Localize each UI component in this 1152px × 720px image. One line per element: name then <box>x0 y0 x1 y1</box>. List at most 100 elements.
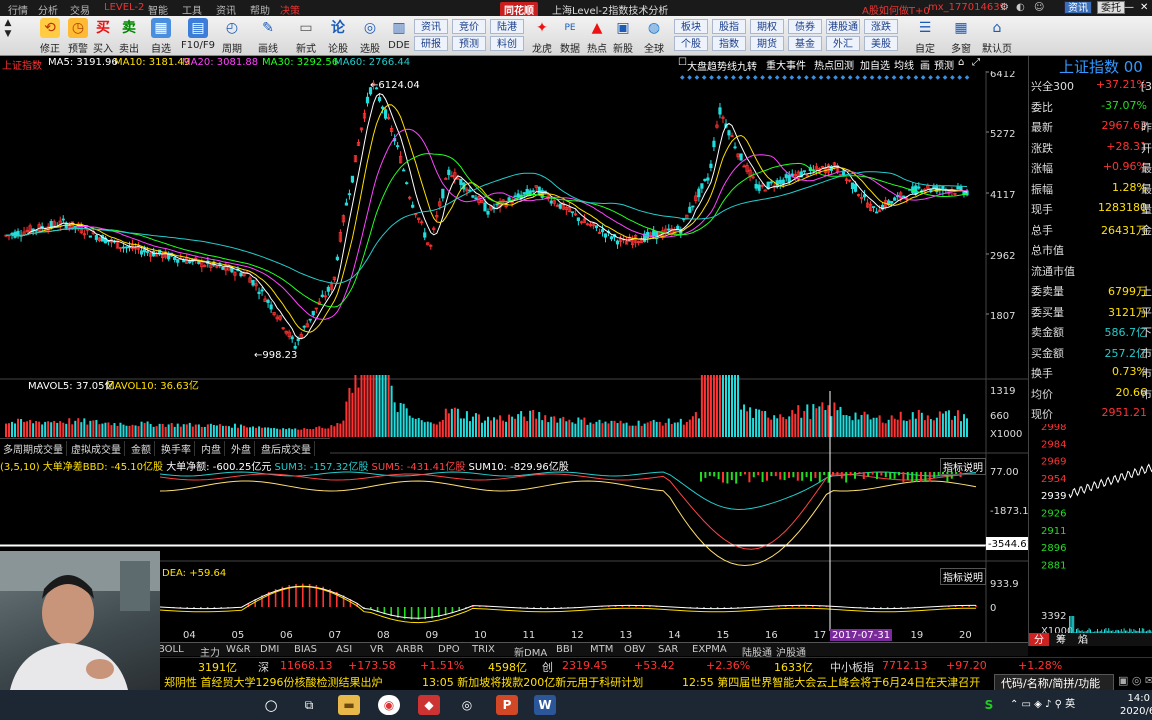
tab-outer[interactable]: 外盘 <box>228 441 255 456</box>
tab-multi-volume[interactable]: 多周期成交量 <box>0 441 67 456</box>
mini-tab[interactable]: 焰 <box>1078 633 1088 646</box>
indicator-tab[interactable]: BBI <box>556 644 573 655</box>
tab-turnover[interactable]: 换手率 <box>158 441 195 456</box>
app-icon[interactable]: ◆ <box>418 695 440 715</box>
buy-button[interactable]: 买买入 <box>92 18 114 55</box>
discuss-button[interactable]: 论论股 <box>324 18 352 55</box>
skin-icon[interactable]: ◐ <box>1016 2 1025 13</box>
menu-item[interactable]: 工具 <box>182 2 202 17</box>
indicator-tab[interactable]: OBV <box>624 644 645 655</box>
grid-gainers[interactable]: 涨跌 <box>864 19 898 34</box>
grid-material[interactable]: 料创 <box>490 36 524 51</box>
news-item[interactable]: 13:05 新加坡将拨款200亿新元用于科研计划 <box>422 674 643 690</box>
tab-inner[interactable]: 内盘 <box>198 441 225 456</box>
tab-amount[interactable]: 金额 <box>128 441 155 456</box>
indicator-tab[interactable]: BOLL <box>158 644 184 655</box>
toolbar-arrows[interactable]: ▲ ▼ <box>1 18 15 40</box>
trend-checkbox[interactable]: ☐ 大盘趋势线九转 <box>678 57 757 73</box>
global-button[interactable]: ◍ 全球 <box>640 18 668 55</box>
start-icon[interactable]: ○ <box>260 695 282 715</box>
indicator-tab[interactable]: SAR <box>658 644 678 655</box>
tab-after-hours[interactable]: 盘后成交量 <box>258 441 315 456</box>
indicator-tab[interactable]: BIAS <box>294 644 317 655</box>
grid-stocks[interactable]: 个股 <box>674 36 708 51</box>
grid-hk-connect[interactable]: 陆港 <box>490 19 524 34</box>
minimize-icon[interactable]: — <box>1124 2 1134 13</box>
grid-funds[interactable]: 基金 <box>788 36 822 51</box>
indicator-tab[interactable]: DMI <box>260 644 279 655</box>
grid-index-futures[interactable]: 股指 <box>712 19 746 34</box>
indicator-tab[interactable]: VR <box>370 644 384 655</box>
grid-bonds[interactable]: 债券 <box>788 19 822 34</box>
grid-options[interactable]: 期权 <box>750 19 784 34</box>
custom-button[interactable]: ☰ 自定 <box>908 18 942 55</box>
tab-virtual-volume[interactable]: 虚拟成交量 <box>68 441 125 456</box>
indicator-tab[interactable]: EXPMA <box>692 644 727 655</box>
menu-item[interactable]: 决策 <box>280 2 300 17</box>
grid-us-stocks[interactable]: 美股 <box>864 36 898 51</box>
draw-button[interactable]: ✎ 画线 <box>254 18 282 55</box>
lock-icon[interactable]: ⌂ <box>958 57 964 68</box>
alert-button[interactable]: ◷ 预警 <box>64 18 92 55</box>
draw-tab[interactable]: 画 <box>920 57 930 72</box>
user-icon[interactable]: ☺ <box>1034 2 1044 13</box>
new-style-button[interactable]: ▭ 新式 <box>292 18 320 55</box>
indicator-tab[interactable]: ARBR <box>396 644 424 655</box>
grid-futures[interactable]: 期货 <box>750 36 784 51</box>
news-button[interactable]: 资讯 <box>1064 1 1092 14</box>
indicator-tab[interactable]: MTM <box>590 644 613 655</box>
mini-tab[interactable]: 分 <box>1034 634 1044 646</box>
grid-news[interactable]: 资讯 <box>414 19 448 34</box>
multi-window-button[interactable]: ▦ 多窗 <box>944 18 978 55</box>
fix-button[interactable]: ⟲ 修正 <box>36 18 64 55</box>
menu-item[interactable]: 行情 <box>8 2 28 17</box>
grid-hk-stocks[interactable]: 港股通 <box>826 19 860 34</box>
intraday-mini-chart[interactable]: 2998 2984 2969 2954 2939 2926 2911 2896 2881 3392… <box>1029 424 1152 646</box>
watchlist-button[interactable]: ▦ 自选 <box>146 18 176 55</box>
dragon-tiger-button[interactable]: ✦ 龙虎 <box>528 18 556 55</box>
tray-icons[interactable]: ⌃ ▭ ◈ ♪ ⚲ 英 <box>1010 695 1120 715</box>
mini-tab[interactable]: 筹 <box>1056 633 1066 646</box>
indicator-tab[interactable]: TRIX <box>472 644 495 655</box>
menu-item[interactable]: 分析 <box>38 2 58 17</box>
events-tab[interactable]: 重大事件 <box>766 57 806 72</box>
menu-item[interactable]: LEVEL-2 <box>104 2 144 13</box>
menu-item[interactable]: 资讯 <box>216 2 236 17</box>
grid-indices[interactable]: 指数 <box>712 36 746 51</box>
ma-tab[interactable]: 均线 <box>894 57 914 72</box>
hotspot-button[interactable]: ▲ 热点 <box>584 18 610 55</box>
menu-item[interactable]: 智能 <box>148 2 168 17</box>
chrome-icon[interactable]: ◉ <box>378 695 400 715</box>
expand-icon[interactable]: ⤢ <box>972 57 980 68</box>
grid-research[interactable]: 研报 <box>414 36 448 51</box>
hotspot-tab[interactable]: 热点回测 <box>814 57 854 72</box>
folder-icon[interactable]: ▬ <box>338 695 360 715</box>
ipo-button[interactable]: ▣ 新股 <box>610 18 636 55</box>
grid-auction[interactable]: 竞价 <box>452 19 486 34</box>
sell-button[interactable]: 卖卖出 <box>118 18 140 55</box>
news-item[interactable]: 12:55 第四届世界智能大会云上峰会将于6月24日在天津召开 <box>682 674 980 690</box>
period-button[interactable]: ◴ 周期 <box>218 18 246 55</box>
close-icon[interactable]: ✕ <box>1140 2 1148 13</box>
trade-button[interactable]: 委托 <box>1097 1 1125 14</box>
default-page-button[interactable]: ⌂ 默认页 <box>980 18 1014 55</box>
data-button[interactable]: PE 数据 <box>556 18 584 55</box>
grid-sector[interactable]: 板块 <box>674 19 708 34</box>
sogou-icon[interactable]: S <box>978 695 1000 715</box>
task-view-icon[interactable]: ⧉ <box>298 695 320 715</box>
settings-icon[interactable]: ⚙ <box>1000 2 1009 13</box>
indicator-tab[interactable]: W&R <box>226 644 251 655</box>
word-icon[interactable]: W <box>534 695 556 715</box>
obs-icon[interactable]: ◎ <box>456 695 478 715</box>
stock-picker-button[interactable]: ◎ 选股 <box>356 18 384 55</box>
account-link[interactable]: A股如何做T+0 <box>862 2 930 17</box>
indicator-help-button-2[interactable]: 指标说明 <box>940 568 986 585</box>
indicator-tab[interactable]: ASI <box>336 644 352 655</box>
indicator-help-button[interactable]: 指标说明 <box>940 458 986 475</box>
add-watchlist-tab[interactable]: 加自选 <box>860 57 890 72</box>
user-name[interactable]: mx_177014639 <box>928 2 1006 13</box>
grid-forecast[interactable]: 预测 <box>452 36 486 51</box>
news-item[interactable]: 郑阴性 首经贸大学1296份核酸检测结果出炉 <box>164 674 383 690</box>
menu-item[interactable]: 交易 <box>70 2 90 17</box>
f10-button[interactable]: ▤ F10/F9 <box>180 18 216 51</box>
